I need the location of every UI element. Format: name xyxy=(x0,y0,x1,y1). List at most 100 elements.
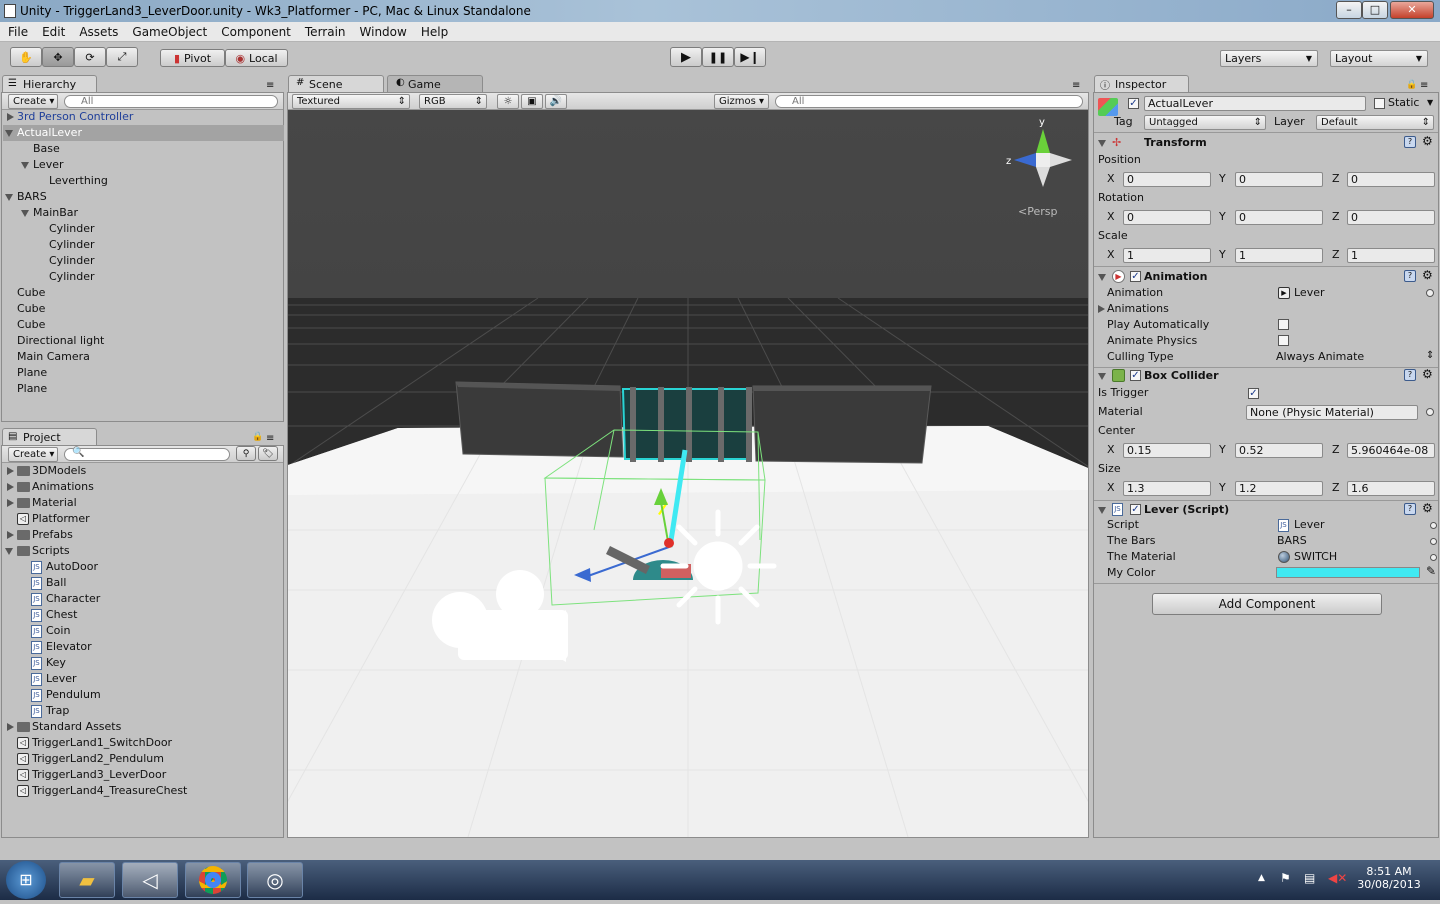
static-checkbox[interactable] xyxy=(1374,98,1385,109)
panel-menu-icon[interactable]: ≡ xyxy=(1420,80,1428,91)
menu-component[interactable]: Component xyxy=(221,25,291,39)
project-item-pendulum[interactable]: Pendulum xyxy=(46,687,101,703)
hierarchy-item-main-camera[interactable]: Main Camera xyxy=(17,349,90,365)
hierarchy-item-mainbar[interactable]: MainBar xyxy=(33,205,78,221)
size-y-field[interactable]: 1.2 xyxy=(1235,481,1323,496)
project-item-material[interactable]: Material xyxy=(32,495,77,511)
close-window-button[interactable]: ✕ xyxy=(1390,1,1434,19)
gear-icon[interactable]: ⚙ xyxy=(1422,368,1433,380)
the-material-value[interactable]: SWITCH xyxy=(1294,550,1337,564)
lock-icon[interactable]: 🔒 xyxy=(252,432,263,442)
object-picker-icon[interactable] xyxy=(1426,289,1434,297)
collapse-triangle-icon[interactable] xyxy=(21,162,29,169)
rotation-x-field[interactable]: 0 xyxy=(1123,210,1211,225)
scale-x-field[interactable]: 1 xyxy=(1123,248,1211,263)
help-icon[interactable]: ? xyxy=(1404,136,1416,148)
hierarchy-item-cube[interactable]: Cube xyxy=(17,301,45,317)
object-picker-icon[interactable] xyxy=(1430,554,1437,561)
hierarchy-item-plane[interactable]: Plane xyxy=(17,365,47,381)
active-checkbox[interactable]: ✓ xyxy=(1128,98,1139,109)
gear-icon[interactable]: ⚙ xyxy=(1422,135,1433,147)
project-search-input[interactable] xyxy=(64,448,230,461)
scale-z-field[interactable]: 1 xyxy=(1347,248,1435,263)
culling-type-dropdown[interactable]: Always Animate xyxy=(1276,350,1364,364)
project-item-chest[interactable]: Chest xyxy=(46,607,77,623)
hierarchy-item-cube[interactable]: Cube xyxy=(17,285,45,301)
maximize-button[interactable]: □ xyxy=(1362,1,1388,19)
expand-triangle-icon[interactable] xyxy=(1098,305,1105,313)
help-icon[interactable]: ? xyxy=(1404,503,1416,515)
collapse-triangle-icon[interactable] xyxy=(1098,507,1106,514)
object-picker-icon[interactable] xyxy=(1430,538,1437,545)
pause-button[interactable]: ❚❚ xyxy=(702,47,734,67)
start-button-icon[interactable]: ⊞ xyxy=(6,861,46,899)
hierarchy-item-plane[interactable]: Plane xyxy=(17,381,47,397)
audio-toggle-icon[interactable]: 🔊 xyxy=(545,94,567,109)
project-item-character[interactable]: Character xyxy=(46,591,100,607)
render-mode-dropdown[interactable]: Textured ⇕ xyxy=(292,94,410,109)
panel-menu-icon[interactable]: ≡ xyxy=(266,433,274,444)
project-item-platformer[interactable]: Platformer xyxy=(32,511,90,527)
project-item-ball[interactable]: Ball xyxy=(46,575,66,591)
network-icon[interactable]: ▤ xyxy=(1304,871,1315,885)
animate-physics-checkbox[interactable] xyxy=(1278,335,1289,346)
rotate-tool-icon[interactable]: ⟳ xyxy=(74,47,106,67)
menu-edit[interactable]: Edit xyxy=(42,25,65,39)
animation-field-value[interactable]: Lever xyxy=(1294,286,1325,300)
chevron-down-icon[interactable]: ▼ xyxy=(1427,96,1433,110)
tag-dropdown[interactable]: Untagged ⇕ xyxy=(1144,115,1266,130)
layer-dropdown[interactable]: Default ⇕ xyxy=(1316,115,1434,130)
object-picker-icon[interactable] xyxy=(1430,522,1437,529)
collapse-triangle-icon[interactable] xyxy=(1098,373,1106,380)
menu-gameobject[interactable]: GameObject xyxy=(132,25,207,39)
hierarchy-item-cylinder[interactable]: Cylinder xyxy=(49,269,95,285)
scene-search-input[interactable]: All xyxy=(775,95,1083,108)
project-item-3dmodels[interactable]: 3DModels xyxy=(32,463,86,479)
filter-type-icon[interactable]: ⚲ xyxy=(236,446,256,461)
hierarchy-item-bars[interactable]: BARS xyxy=(17,189,47,205)
gear-icon[interactable]: ⚙ xyxy=(1422,502,1433,514)
gear-icon[interactable]: ⚙ xyxy=(1422,269,1433,281)
rotation-y-field[interactable]: 0 xyxy=(1235,210,1323,225)
project-item-lever[interactable]: Lever xyxy=(46,671,77,687)
clock[interactable]: 8:51 AM 30/08/2013 xyxy=(1356,865,1422,891)
move-tool-icon[interactable]: ✥ xyxy=(42,47,74,67)
box-collider-enabled-checkbox[interactable]: ✓ xyxy=(1130,370,1141,381)
add-component-button[interactable]: Add Component xyxy=(1152,593,1382,615)
scale-y-field[interactable]: 1 xyxy=(1235,248,1323,263)
center-x-field[interactable]: 0.15 xyxy=(1123,443,1211,458)
expand-triangle-icon[interactable] xyxy=(7,483,14,491)
hierarchy-item-leverthing[interactable]: Leverthing xyxy=(49,173,108,189)
hierarchy-create-button[interactable]: Create ▾ xyxy=(8,94,58,109)
spinner-icon[interactable]: ⇕ xyxy=(1426,349,1434,363)
lever-script-enabled-checkbox[interactable]: ✓ xyxy=(1130,504,1141,515)
hierarchy-item-cube[interactable]: Cube xyxy=(17,317,45,333)
the-bars-value[interactable]: BARS xyxy=(1277,534,1307,548)
file-explorer-icon[interactable]: ▰ xyxy=(59,862,115,898)
play-button[interactable]: ▶ xyxy=(670,47,702,67)
flag-icon[interactable]: ⚑ xyxy=(1280,871,1291,885)
show-hidden-icons[interactable]: ▲ xyxy=(1258,873,1265,883)
scale-tool-icon[interactable]: ⤢ xyxy=(106,47,138,67)
position-y-field[interactable]: 0 xyxy=(1235,172,1323,187)
hierarchy-search-input[interactable]: All xyxy=(64,95,278,108)
local-toggle[interactable]: ◉ Local xyxy=(225,49,288,67)
center-y-field[interactable]: 0.52 xyxy=(1235,443,1323,458)
collapse-triangle-icon[interactable] xyxy=(1098,274,1106,281)
scene-viewport[interactable]: y z <Persp xyxy=(288,110,1088,837)
size-x-field[interactable]: 1.3 xyxy=(1123,481,1211,496)
my-color-swatch[interactable] xyxy=(1276,567,1420,578)
hierarchy-item-cylinder[interactable]: Cylinder xyxy=(49,221,95,237)
hierarchy-item-directional-light[interactable]: Directional light xyxy=(17,333,104,349)
project-create-button[interactable]: Create ▾ xyxy=(8,447,58,462)
script-value[interactable]: Lever xyxy=(1294,518,1325,532)
help-icon[interactable]: ? xyxy=(1404,270,1416,282)
expand-triangle-icon[interactable] xyxy=(7,531,14,539)
project-item-triggerland3[interactable]: TriggerLand3_LeverDoor xyxy=(32,767,166,783)
project-item-coin[interactable]: Coin xyxy=(46,623,70,639)
project-item-standard-assets[interactable]: Standard Assets xyxy=(32,719,121,735)
hierarchy-item-cylinder[interactable]: Cylinder xyxy=(49,253,95,269)
eyedropper-icon[interactable]: ✎ xyxy=(1426,564,1436,578)
expand-triangle-icon[interactable] xyxy=(7,467,14,475)
project-item-animations[interactable]: Animations xyxy=(32,479,94,495)
